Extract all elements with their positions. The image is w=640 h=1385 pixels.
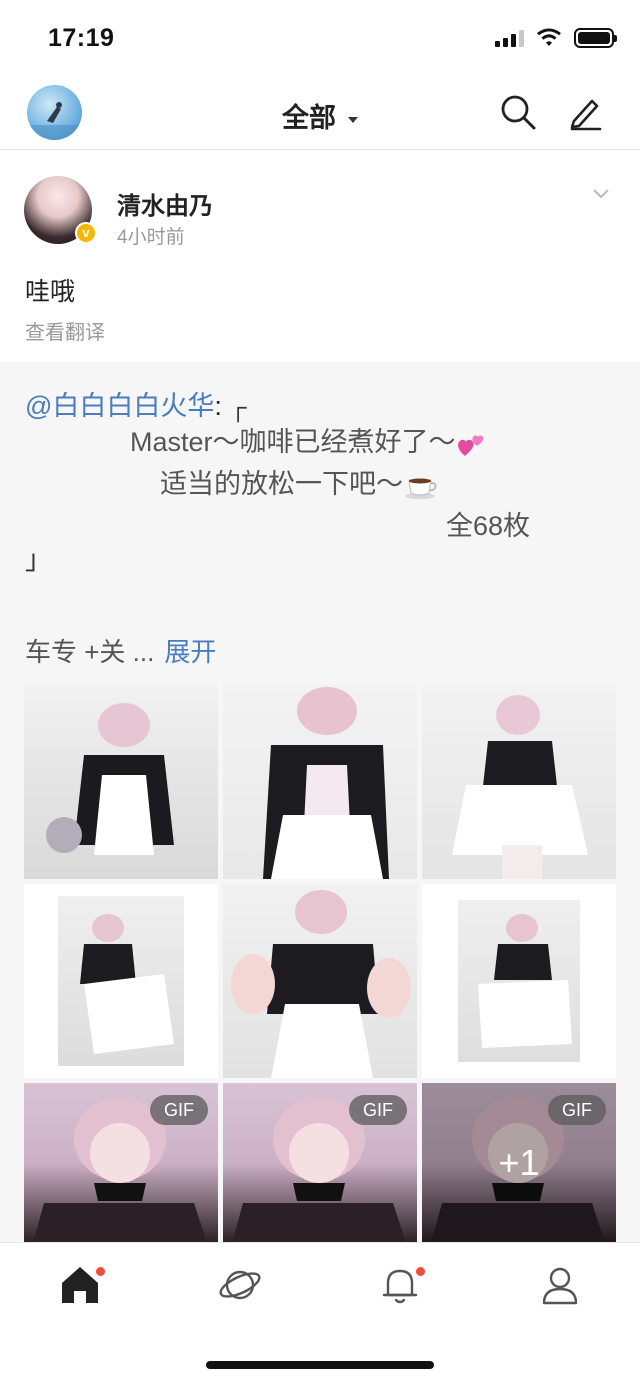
close-bracket: 」 <box>25 545 52 575</box>
coffee-icon <box>405 478 437 499</box>
author-name[interactable]: 清水由乃 <box>117 186 213 221</box>
open-bracket: ┌ <box>229 394 247 421</box>
image-thumbnail[interactable] <box>24 884 218 1078</box>
repost-text: Master～咖啡已经煮好了～ <box>130 427 456 457</box>
home-notification-dot <box>96 1267 105 1276</box>
image-thumbnail[interactable] <box>223 884 417 1078</box>
compose-icon[interactable] <box>566 93 604 131</box>
post-card: v 清水由乃 4小时前 哇哦 查看翻译 <box>0 150 640 362</box>
feed-filter-label: 全部 <box>282 103 336 133</box>
repost-text: 适当的放松一下吧～ <box>160 469 403 499</box>
caret-down-icon <box>348 116 358 123</box>
repost-line: @白白白白火华: ┌ <box>25 388 246 426</box>
status-icons <box>495 28 617 48</box>
verified-badge-icon: v <box>75 222 97 244</box>
repost-more-line: 车专 +关 ... 展开 <box>25 632 216 669</box>
mention-link[interactable]: @白白白白火华 <box>25 391 214 421</box>
repost-colon: : <box>214 391 222 421</box>
discover-icon[interactable] <box>218 1263 262 1307</box>
repost-line: 全68枚 <box>446 511 531 541</box>
home-indicator <box>206 1361 434 1369</box>
battery-icon <box>574 28 617 48</box>
repost-line: 适当的放松一下吧～ <box>160 466 439 502</box>
expand-link[interactable]: 展开 <box>164 637 216 667</box>
repost-line: Master～咖啡已经煮好了～ <box>130 424 486 460</box>
image-thumbnail[interactable] <box>422 884 616 1078</box>
feed-filter-dropdown[interactable]: 全部 <box>0 96 640 135</box>
gif-badge: GIF <box>150 1095 208 1125</box>
translate-link[interactable]: 查看翻译 <box>25 316 105 345</box>
hearts-icon <box>456 431 486 457</box>
repost-block[interactable]: @白白白白火华: ┌ Master～咖啡已经煮好了～ 适当的放松一下吧～ 全68… <box>0 362 640 1243</box>
wifi-icon <box>537 28 561 46</box>
notifications-dot <box>416 1267 425 1276</box>
gif-thumbnail[interactable]: +1 GIF <box>422 1083 616 1243</box>
gif-thumbnail[interactable]: GIF <box>24 1083 218 1243</box>
image-thumbnail[interactable] <box>422 685 616 879</box>
top-nav: 全部 <box>0 76 640 150</box>
gif-badge: GIF <box>349 1095 407 1125</box>
signal-icon <box>495 29 524 47</box>
image-thumbnail[interactable] <box>24 685 218 879</box>
gif-badge: GIF <box>548 1095 606 1125</box>
post-text: 哇哦 <box>25 278 76 306</box>
status-time: 17:19 <box>48 24 115 52</box>
image-thumbnail[interactable] <box>223 685 417 879</box>
repost-text: 车专 +关 ... <box>25 637 155 667</box>
chevron-down-icon[interactable] <box>592 188 610 200</box>
gif-thumbnail[interactable]: GIF <box>223 1083 417 1243</box>
profile-icon[interactable] <box>538 1263 582 1307</box>
status-bar: 17:19 <box>0 0 640 76</box>
post-timestamp: 4小时前 <box>117 227 185 248</box>
search-icon[interactable] <box>499 93 537 131</box>
